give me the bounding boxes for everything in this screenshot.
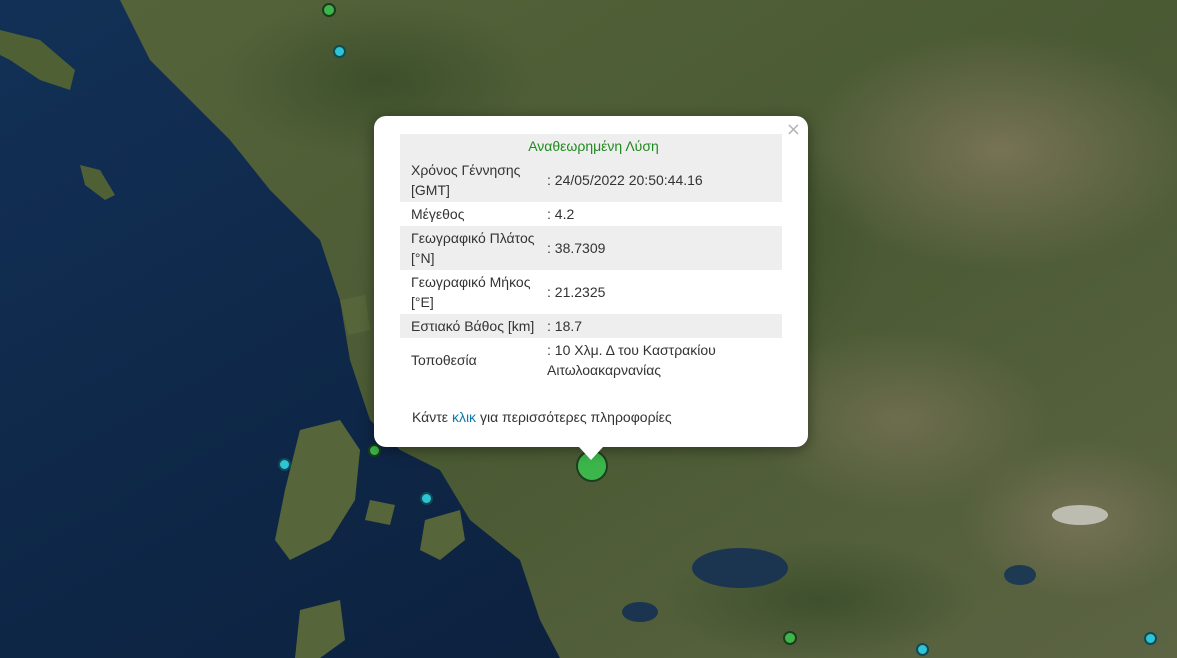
earthquake-info-popup: × Αναθεωρημένη Λύση Χρόνος Γέννησης [GMT…	[374, 116, 808, 447]
popup-title: Αναθεωρημένη Λύση	[400, 134, 782, 158]
earthquake-marker[interactable]	[322, 3, 336, 17]
earthquake-marker[interactable]	[333, 45, 346, 58]
popup-tip	[579, 447, 603, 460]
row-label: Γεωγραφικό Πλάτος [°N]	[400, 226, 547, 270]
table-row: Χρόνος Γέννησης [GMT] : 24/05/2022 20:50…	[400, 158, 782, 202]
table-row: Εστιακό Βάθος [km] : 18.7	[400, 314, 782, 338]
row-label: Γεωγραφικό Μήκος [°E]	[411, 274, 531, 310]
earthquake-marker[interactable]	[916, 643, 929, 656]
more-info-link[interactable]: κλικ	[452, 409, 476, 425]
row-value: : 4.2	[547, 206, 575, 222]
table-row: Τοποθεσία : 10 Χλμ. Δ του Καστρακίου Αιτ…	[400, 338, 782, 382]
more-info-suffix: για περισσότερες πληροφορίες	[479, 409, 672, 425]
earthquake-marker[interactable]	[1144, 632, 1157, 645]
row-label: Εστιακό Βάθος [km]	[400, 314, 547, 338]
row-label: Τοποθεσία	[411, 352, 477, 368]
earthquake-marker[interactable]	[368, 444, 381, 457]
lake	[692, 548, 788, 588]
row-label: Χρόνος Γέννησης [GMT]	[400, 158, 547, 202]
row-value: : 18.7	[547, 314, 782, 338]
row-value: : 24/05/2022 20:50:44.16	[547, 158, 782, 202]
earthquake-info-table: Αναθεωρημένη Λύση Χρόνος Γέννησης [GMT] …	[400, 134, 782, 382]
table-row: Μέγεθος : 4.2	[400, 202, 782, 226]
row-value: : 10 Χλμ. Δ του Καστρακίου Αιτωλοακαρναν…	[547, 342, 716, 378]
earthquake-marker[interactable]	[783, 631, 797, 645]
more-info-line: Κάντε κλικ για περισσότερες πληροφορίες	[412, 409, 672, 425]
row-label: Μέγεθος	[411, 206, 465, 222]
table-row: Γεωγραφικό Μήκος [°E] : 21.2325	[400, 270, 782, 314]
earthquake-marker[interactable]	[420, 492, 433, 505]
lake	[622, 602, 658, 622]
row-value: : 21.2325	[547, 284, 606, 300]
lake	[1004, 565, 1036, 585]
earthquake-marker[interactable]	[278, 458, 291, 471]
table-row: Αναθεωρημένη Λύση	[400, 134, 782, 158]
close-icon[interactable]: ×	[786, 120, 801, 140]
more-info-prefix: Κάντε	[412, 409, 449, 425]
table-row: Γεωγραφικό Πλάτος [°N] : 38.7309	[400, 226, 782, 270]
row-value: : 38.7309	[547, 226, 782, 270]
snow-patch	[1052, 505, 1108, 525]
